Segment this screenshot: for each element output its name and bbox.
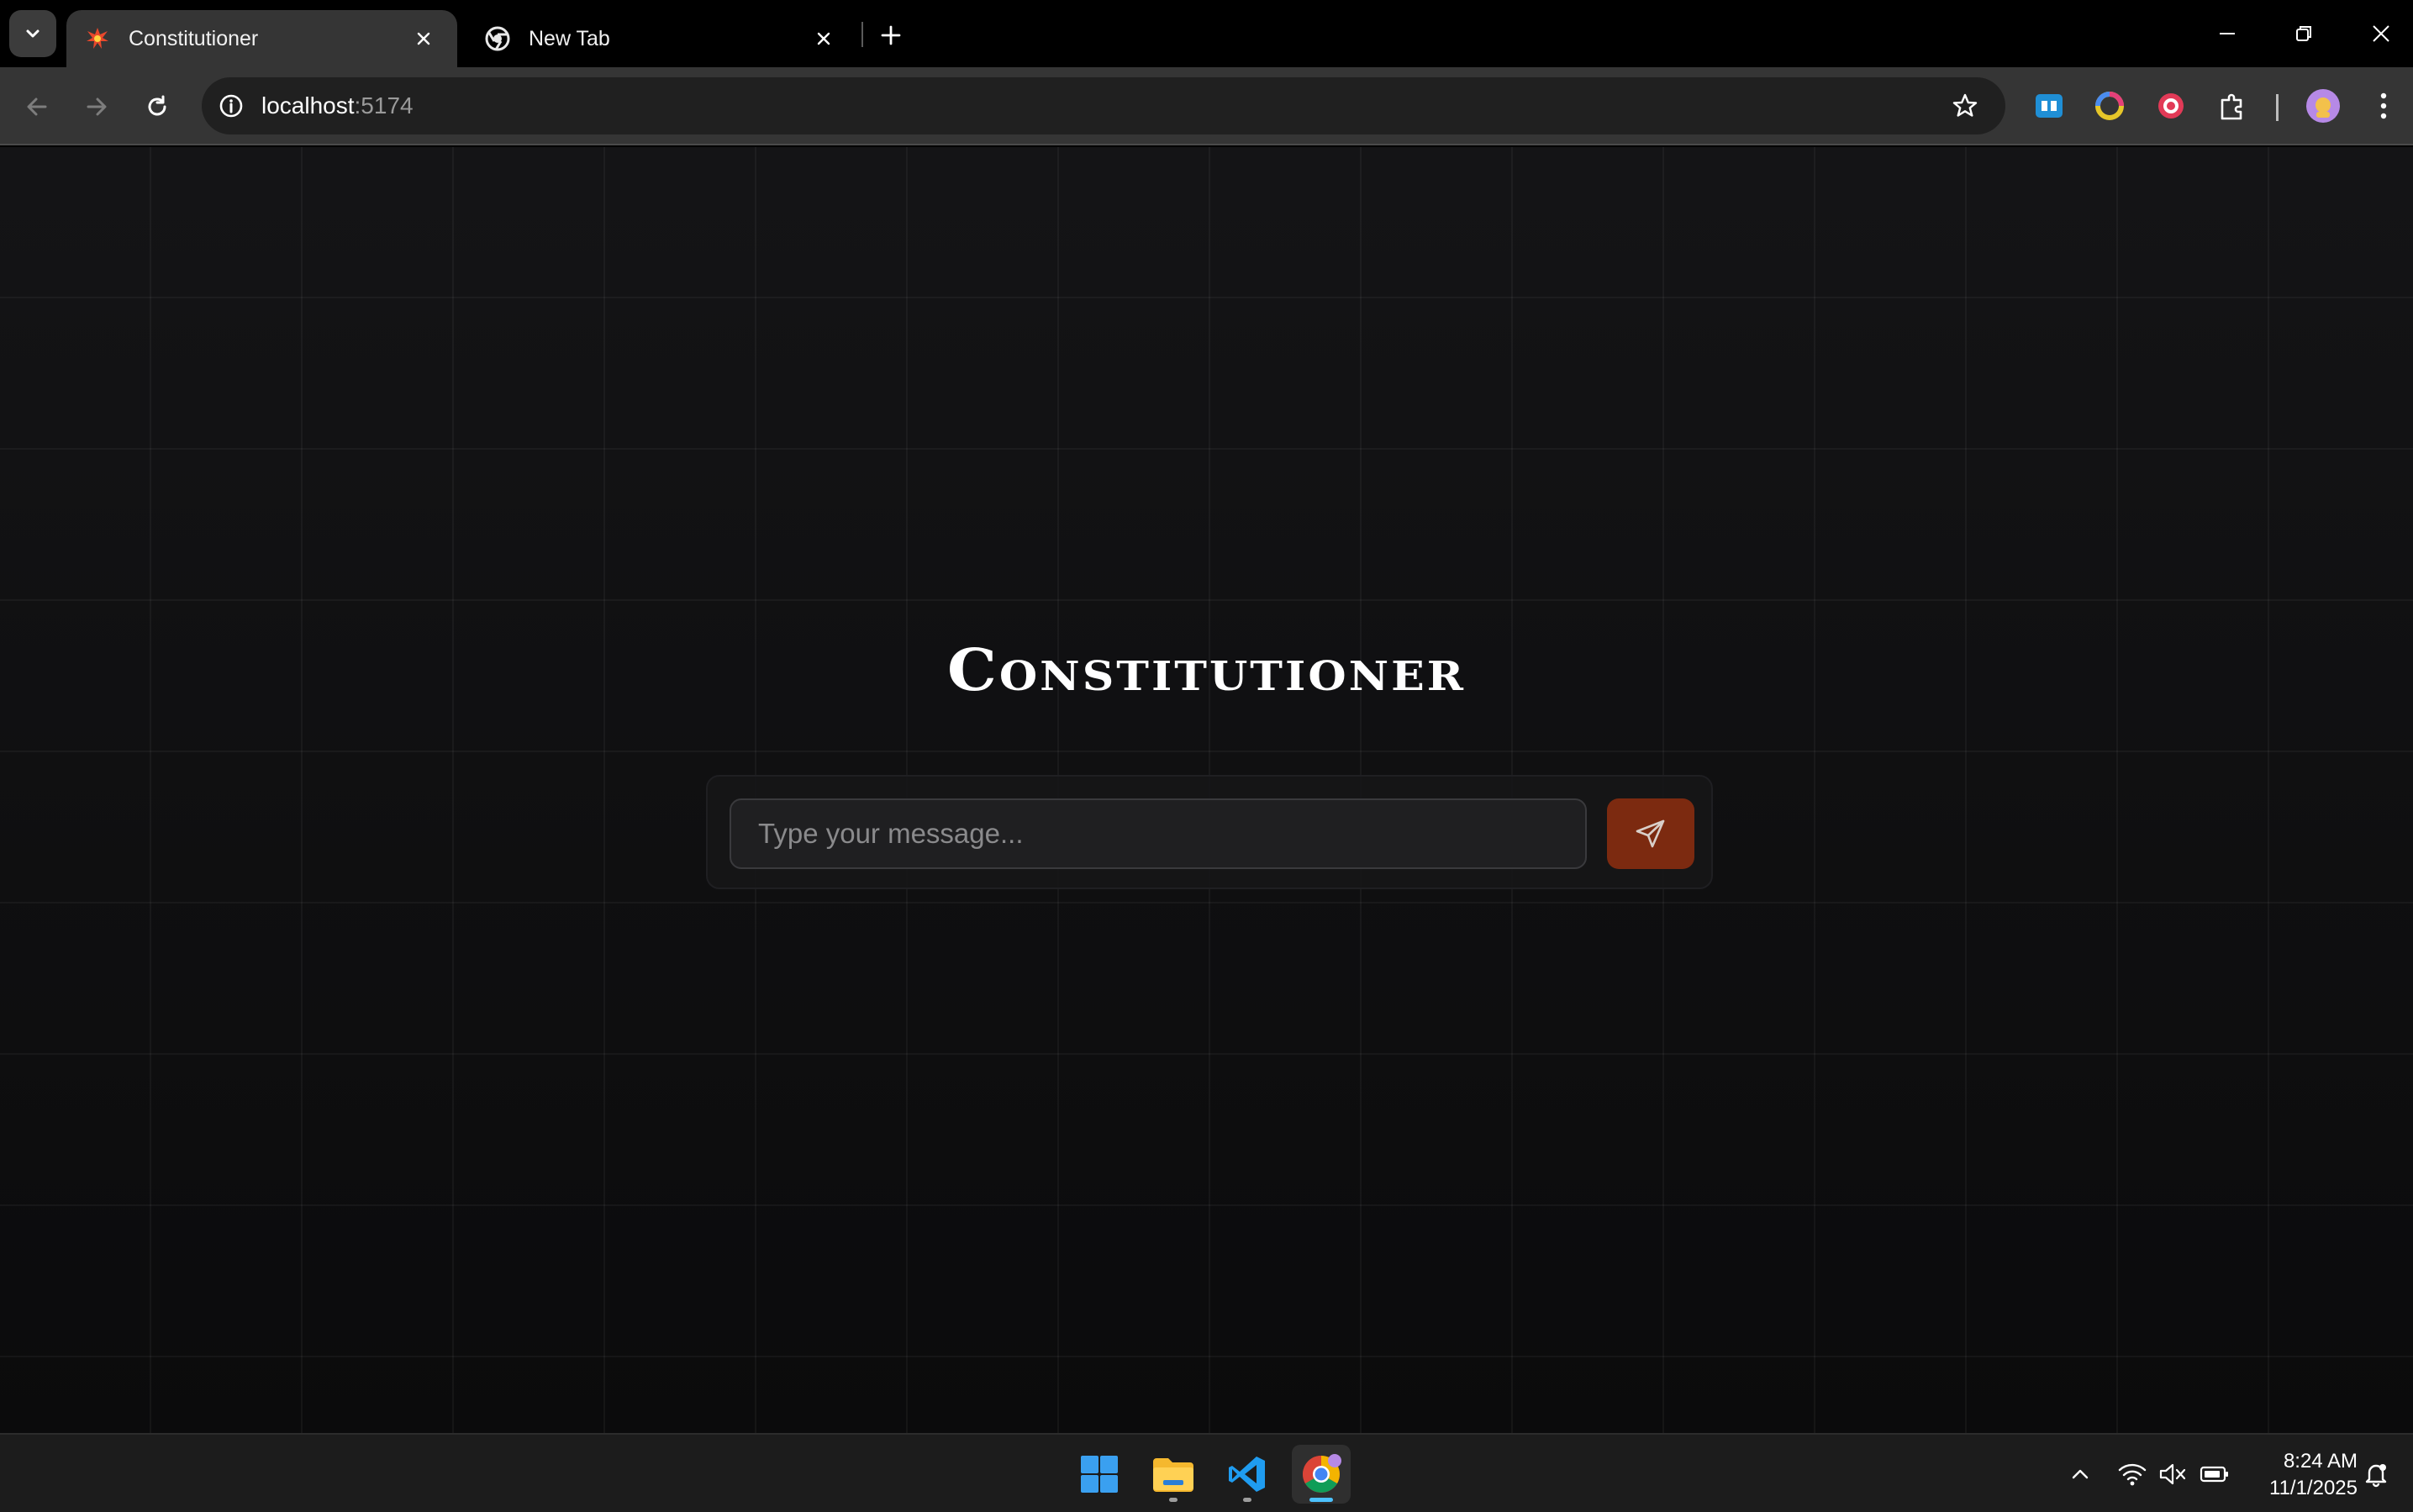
chevron-down-icon bbox=[26, 29, 40, 38]
forward-button[interactable] bbox=[76, 86, 118, 128]
back-button[interactable] bbox=[16, 86, 58, 128]
screen-recorder-extension-icon[interactable] bbox=[2151, 86, 2191, 126]
close-tab-icon[interactable] bbox=[408, 24, 439, 54]
running-indicator bbox=[1243, 1498, 1251, 1502]
restore-icon bbox=[2296, 26, 2311, 41]
reload-button[interactable] bbox=[136, 86, 178, 128]
extensions-puzzle-icon[interactable] bbox=[2212, 86, 2252, 126]
bookmark-star-icon[interactable] bbox=[1947, 87, 1984, 124]
send-button[interactable] bbox=[1607, 798, 1694, 869]
address-url: localhost:5174 bbox=[261, 92, 414, 119]
browser-toolbar: localhost:5174 bbox=[0, 67, 2413, 145]
running-indicator bbox=[1169, 1498, 1178, 1502]
arrow-right-icon bbox=[87, 97, 107, 116]
vscode-icon bbox=[1229, 1457, 1265, 1492]
vscode-app[interactable] bbox=[1218, 1445, 1277, 1504]
wifi-icon[interactable] bbox=[2116, 1458, 2148, 1490]
profile-avatar[interactable] bbox=[2303, 86, 2343, 126]
message-input[interactable] bbox=[730, 798, 1587, 869]
tab-search-button[interactable] bbox=[9, 10, 56, 57]
show-hidden-icons-chevron-up-icon[interactable] bbox=[2064, 1458, 2096, 1490]
address-port: :5174 bbox=[354, 92, 414, 119]
file-explorer-icon bbox=[1153, 1458, 1193, 1492]
site-info-icon[interactable] bbox=[213, 87, 250, 124]
arrow-left-icon bbox=[27, 97, 47, 116]
new-tab-button[interactable] bbox=[872, 17, 909, 54]
close-window-button[interactable] bbox=[2356, 10, 2406, 57]
tab-separator bbox=[861, 22, 863, 47]
windows-start-icon bbox=[1081, 1456, 1118, 1493]
restore-button[interactable] bbox=[2279, 10, 2329, 57]
minimize-button[interactable] bbox=[2202, 10, 2252, 57]
system-clock[interactable]: 8:24 AM 11/1/2025 bbox=[2248, 1448, 2358, 1502]
notification-bell-icon[interactable] bbox=[2360, 1458, 2392, 1490]
tab-new-tab[interactable]: New Tab bbox=[466, 10, 857, 67]
chat-input-panel bbox=[706, 775, 1713, 889]
chrome-app[interactable] bbox=[1292, 1445, 1351, 1504]
windows-start-button[interactable] bbox=[1070, 1445, 1129, 1504]
chrome-icon bbox=[485, 26, 510, 51]
running-indicator bbox=[1309, 1498, 1333, 1502]
windows-taskbar: 8:24 AM 11/1/2025 bbox=[0, 1433, 2413, 1512]
reader-extension-icon[interactable] bbox=[2029, 86, 2069, 126]
send-icon bbox=[1636, 819, 1665, 848]
color-picker-extension-icon[interactable] bbox=[2089, 86, 2130, 126]
address-host: localhost bbox=[261, 92, 355, 119]
starburst-favicon-icon bbox=[85, 26, 110, 51]
battery-icon[interactable] bbox=[2199, 1458, 2231, 1490]
minimize-icon bbox=[2220, 33, 2235, 34]
close-icon bbox=[2373, 25, 2389, 42]
address-bar[interactable]: localhost:5174 bbox=[202, 77, 2005, 134]
volume-muted-icon[interactable] bbox=[2157, 1458, 2189, 1490]
clock-date: 11/1/2025 bbox=[2269, 1477, 2358, 1499]
reload-icon bbox=[148, 95, 166, 116]
plus-icon bbox=[881, 25, 901, 45]
tab-title: New Tab bbox=[529, 26, 610, 50]
tab-constitutioner[interactable]: Constitutioner bbox=[66, 10, 457, 67]
toolbar-separator bbox=[2276, 94, 2279, 121]
browser-tabstrip: Constitutioner New Tab bbox=[0, 0, 2413, 67]
tab-title: Constitutioner bbox=[129, 26, 259, 50]
browser-menu-icon[interactable] bbox=[2363, 86, 2404, 126]
close-tab-icon[interactable] bbox=[809, 24, 839, 54]
page-content: Constitutioner bbox=[0, 147, 2413, 1433]
file-explorer-app[interactable] bbox=[1144, 1445, 1203, 1504]
chrome-icon bbox=[1303, 1454, 1341, 1493]
page-title: Constitutioner bbox=[946, 637, 1467, 704]
clock-time: 8:24 AM bbox=[2283, 1450, 2358, 1472]
